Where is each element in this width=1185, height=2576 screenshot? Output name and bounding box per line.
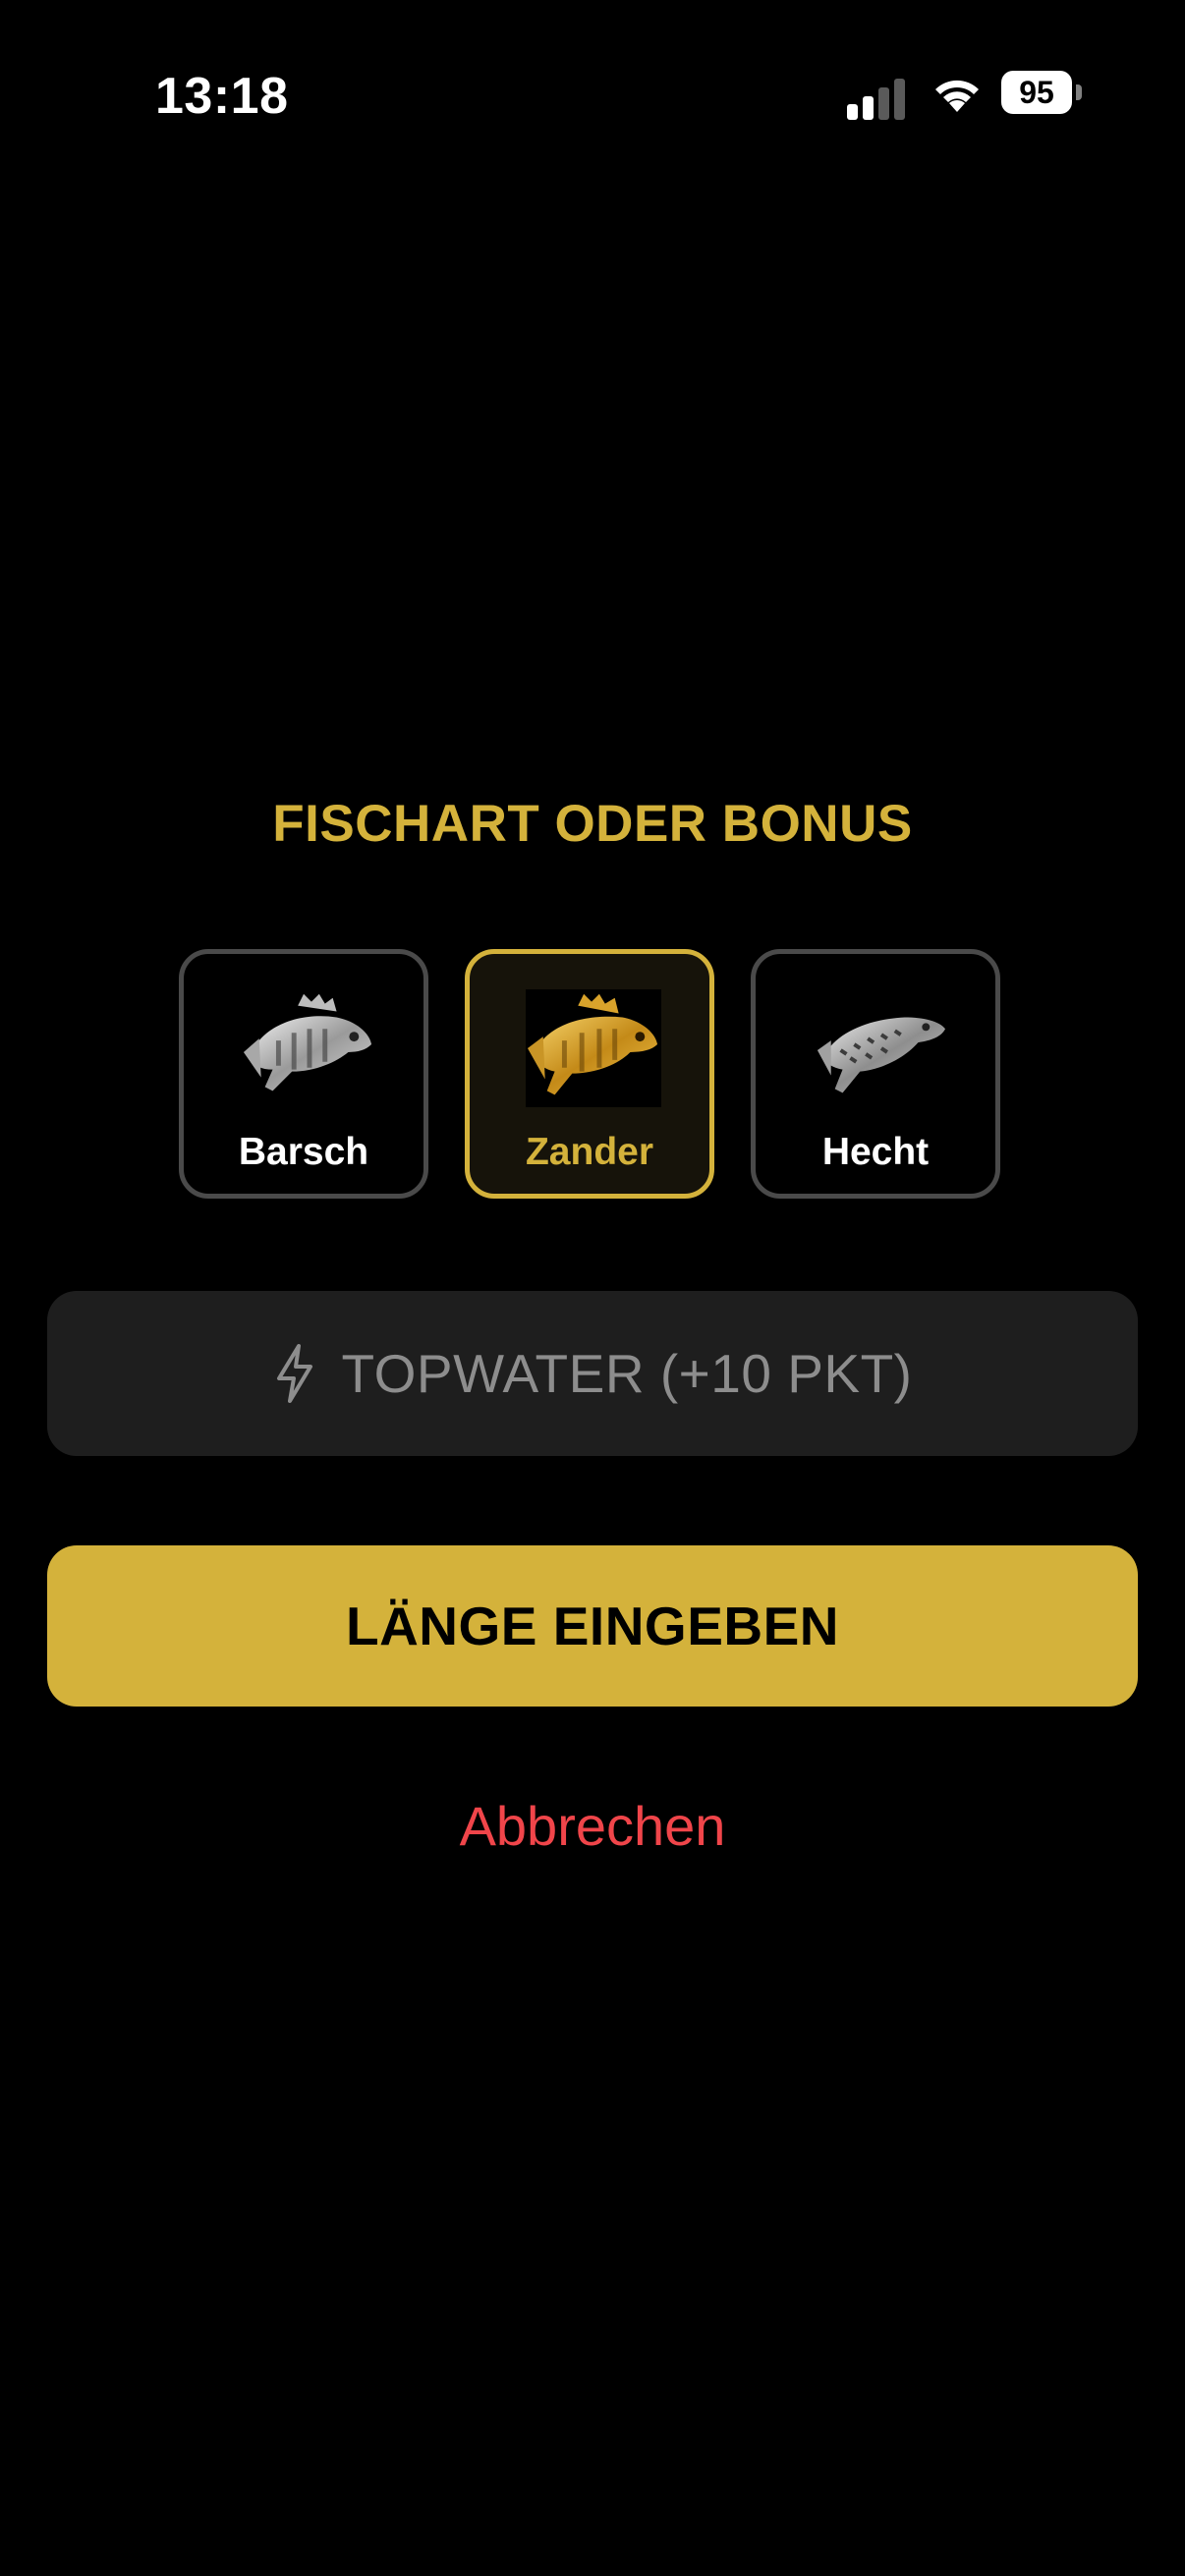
zander-icon — [527, 993, 658, 1095]
wifi-icon — [935, 80, 979, 112]
status-icons: 95 — [847, 71, 1083, 120]
enter-length-label: LÄNGE EINGEBEN — [345, 1596, 840, 1656]
lightning-icon — [276, 1344, 312, 1403]
fish-option-hecht[interactable]: Hecht — [751, 949, 1000, 1199]
section-title: FISCHART ODER BONUS — [272, 795, 913, 853]
topwater-bonus-button[interactable]: TOPWATER (+10 PKT) — [47, 1291, 1138, 1456]
enter-length-button[interactable]: LÄNGE EINGEBEN — [47, 1545, 1138, 1707]
fish-option-label: Barsch — [238, 1131, 369, 1173]
fish-option-zander[interactable]: Zander — [465, 949, 714, 1199]
pike-icon — [817, 1017, 946, 1093]
cancel-button[interactable]: Abbrechen — [0, 1794, 1185, 1858]
status-time: 13:18 — [155, 68, 289, 125]
fish-option-label: Zander — [525, 1131, 654, 1173]
battery-icon: 95 — [1001, 71, 1072, 114]
bonus-label: TOPWATER (+10 PKT) — [341, 1343, 913, 1404]
fish-option-label: Hecht — [821, 1131, 930, 1173]
fish-option-barsch[interactable]: Barsch — [179, 949, 428, 1199]
perch-icon — [243, 993, 372, 1092]
battery-cap — [1076, 84, 1082, 100]
